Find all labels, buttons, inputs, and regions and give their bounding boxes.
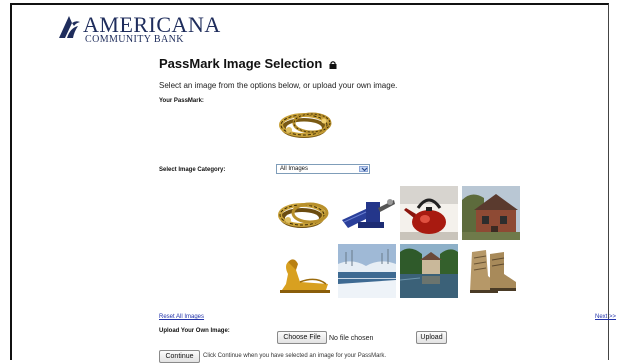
image-option-snowy-river[interactable] xyxy=(338,244,396,298)
image-option-gold-bracelet[interactable] xyxy=(276,186,334,240)
bank-subtitle: COMMUNITY BANK xyxy=(85,34,184,45)
continue-button[interactable]: Continue xyxy=(159,350,200,363)
continue-hint-text: Click Continue when you have selected an… xyxy=(203,353,387,359)
image-option-brick-house[interactable] xyxy=(462,186,520,240)
passmark-label: Your PassMark: xyxy=(159,98,204,104)
image-option-boots[interactable] xyxy=(462,244,520,298)
instructions-text: Select an image from the options below, … xyxy=(159,81,398,90)
chevron-down-icon[interactable] xyxy=(359,166,368,172)
page-title-text: PassMark Image Selection xyxy=(159,56,323,71)
upload-button[interactable]: Upload xyxy=(416,331,447,344)
page-title: PassMark Image Selection xyxy=(159,56,337,71)
lock-icon xyxy=(329,60,337,69)
bank-logo-icon xyxy=(59,16,80,38)
category-select[interactable]: All Images xyxy=(276,164,370,174)
selected-passmark-image xyxy=(276,108,336,142)
upload-label: Upload Your Own Image: xyxy=(159,328,230,334)
image-option-bench-vise[interactable] xyxy=(338,186,396,240)
choose-file-button[interactable]: Choose File xyxy=(277,331,327,344)
category-select-value: All Images xyxy=(280,166,309,172)
image-option-red-kettle[interactable] xyxy=(400,186,458,240)
image-option-sphinx-statue[interactable] xyxy=(276,244,334,298)
category-label: Select Image Category: xyxy=(159,167,226,173)
next-link[interactable]: Next >> xyxy=(595,314,616,320)
no-file-chosen-text: No file chosen xyxy=(329,335,374,342)
image-option-pond-village[interactable] xyxy=(400,244,458,298)
reset-images-link[interactable]: Reset All Images xyxy=(159,314,204,320)
